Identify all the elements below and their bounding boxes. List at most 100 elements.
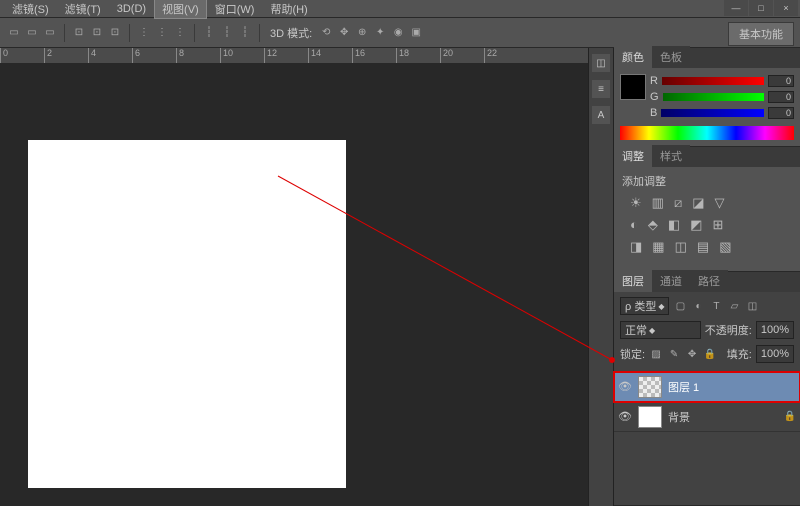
- layer-thumbnail[interactable]: [638, 376, 662, 398]
- properties-icon[interactable]: ≡: [592, 80, 610, 98]
- align-center-icon[interactable]: ▭: [24, 25, 40, 41]
- tab-paths[interactable]: 路径: [690, 270, 728, 292]
- light-icon[interactable]: ◉: [390, 25, 406, 41]
- menu-3d[interactable]: 3D(D): [109, 1, 154, 17]
- dist-v3-icon[interactable]: ┆: [237, 25, 253, 41]
- curves-icon[interactable]: ⧄: [674, 195, 682, 211]
- layer-filter-type[interactable]: ρ 类型◆: [620, 297, 669, 315]
- tab-swatches[interactable]: 色板: [652, 46, 690, 68]
- selective-color-icon[interactable]: ▧: [719, 239, 731, 255]
- posterize-icon[interactable]: ▦: [652, 239, 664, 255]
- filter-pixel-icon[interactable]: ▢: [673, 299, 687, 313]
- r-label: R: [650, 75, 658, 87]
- r-value[interactable]: 0: [768, 75, 794, 87]
- g-value[interactable]: 0: [768, 91, 794, 103]
- dist-h3-icon[interactable]: ⋮: [172, 25, 188, 41]
- visibility-icon[interactable]: 👁: [618, 410, 632, 423]
- character-icon[interactable]: A: [592, 106, 610, 124]
- dist-h1-icon[interactable]: ⋮: [136, 25, 152, 41]
- lock-trans-icon[interactable]: ▨: [649, 347, 663, 361]
- bw-icon[interactable]: ◧: [668, 217, 680, 233]
- move3d-icon[interactable]: ✦: [372, 25, 388, 41]
- dist-v1-icon[interactable]: ┆: [201, 25, 217, 41]
- layer-thumbnail[interactable]: [638, 406, 662, 428]
- balance-icon[interactable]: ⬘: [648, 217, 658, 233]
- filter-shape-icon[interactable]: ▱: [727, 299, 741, 313]
- tab-styles[interactable]: 样式: [652, 145, 690, 167]
- mode3d-label: 3D 模式:: [270, 25, 312, 41]
- canvas-area[interactable]: [0, 64, 588, 506]
- filter-type-icon[interactable]: T: [709, 299, 723, 313]
- layer-name[interactable]: 背景: [668, 409, 778, 425]
- tab-color[interactable]: 颜色: [614, 46, 652, 68]
- layer-name[interactable]: 图层 1: [668, 379, 796, 395]
- color-panel: 颜色 色板 R0 G0 B0: [614, 48, 800, 147]
- vibrance-icon[interactable]: ▽: [715, 195, 725, 211]
- filter-smart-icon[interactable]: ◫: [745, 299, 759, 313]
- menu-view[interactable]: 视图(V): [154, 0, 207, 19]
- g-slider[interactable]: [663, 93, 764, 101]
- b-slider[interactable]: [661, 109, 764, 117]
- tab-channels[interactable]: 通道: [652, 270, 690, 292]
- menu-bar: 滤镜(S) 滤镜(T) 3D(D) 视图(V) 窗口(W) 帮助(H): [0, 0, 800, 18]
- r-slider[interactable]: [662, 77, 764, 85]
- levels-icon[interactable]: ▥: [652, 195, 664, 211]
- tab-adjustments[interactable]: 调整: [614, 145, 652, 167]
- layer-row[interactable]: 👁 图层 1: [614, 372, 800, 402]
- camera-icon[interactable]: ▣: [408, 25, 424, 41]
- threshold-icon[interactable]: ◫: [675, 239, 687, 255]
- canvas[interactable]: [28, 140, 346, 488]
- window-controls: — □ ×: [723, 0, 798, 16]
- orbit-icon[interactable]: ⟲: [318, 25, 334, 41]
- fill-input[interactable]: 100%: [756, 345, 794, 363]
- history-icon[interactable]: ◫: [592, 54, 610, 72]
- panel-dock-strip: ◫ ≡ A: [588, 48, 614, 506]
- zoom3d-icon[interactable]: ⊕: [354, 25, 370, 41]
- invert-icon[interactable]: ◨: [630, 239, 642, 255]
- photo-filter-icon[interactable]: ◩: [690, 217, 702, 233]
- right-panels: 颜色 色板 R0 G0 B0 调整 样式 添加调整 ☀ ▥: [614, 48, 800, 506]
- tab-layers[interactable]: 图层: [614, 270, 652, 292]
- align-vmid-icon[interactable]: ⊡: [89, 25, 105, 41]
- pan-icon[interactable]: ✥: [336, 25, 352, 41]
- hue-icon[interactable]: ◐: [630, 217, 638, 233]
- channel-mixer-icon[interactable]: ⊞: [712, 217, 723, 233]
- exposure-icon[interactable]: ◪: [692, 195, 704, 211]
- spectrum-bar[interactable]: [620, 126, 794, 140]
- dist-v2-icon[interactable]: ┆: [219, 25, 235, 41]
- visibility-icon[interactable]: 👁: [618, 380, 632, 393]
- lock-label: 锁定:: [620, 346, 645, 362]
- align-left-icon[interactable]: ▭: [6, 25, 22, 41]
- ruler-tick: 20: [440, 48, 484, 64]
- lock-paint-icon[interactable]: ✎: [667, 347, 681, 361]
- menu-filter-s[interactable]: 滤镜(S): [4, 0, 57, 19]
- menu-filter-t[interactable]: 滤镜(T): [57, 0, 109, 19]
- align-bottom-icon[interactable]: ⊡: [107, 25, 123, 41]
- menu-window[interactable]: 窗口(W): [207, 0, 263, 19]
- opacity-label: 不透明度:: [705, 322, 752, 338]
- align-top-icon[interactable]: ⊡: [71, 25, 87, 41]
- filter-adjust-icon[interactable]: ◐: [691, 299, 705, 313]
- lock-move-icon[interactable]: ✥: [685, 347, 699, 361]
- lock-icon: 🔒: [784, 411, 796, 422]
- workspace-basic-button[interactable]: 基本功能: [728, 22, 794, 46]
- ruler-tick: 22: [484, 48, 528, 64]
- annotation-dot: [609, 357, 615, 363]
- blend-mode-select[interactable]: 正常◆: [620, 321, 701, 339]
- close-button[interactable]: ×: [774, 0, 798, 16]
- align-right-icon[interactable]: ▭: [42, 25, 58, 41]
- b-value[interactable]: 0: [768, 107, 794, 119]
- minimize-button[interactable]: —: [724, 0, 748, 16]
- dist-h2-icon[interactable]: ⋮: [154, 25, 170, 41]
- menu-help[interactable]: 帮助(H): [262, 0, 315, 19]
- gradient-map-icon[interactable]: ▤: [697, 239, 709, 255]
- lock-all-icon[interactable]: 🔒: [703, 347, 717, 361]
- ruler-tick: 12: [264, 48, 308, 64]
- opacity-input[interactable]: 100%: [756, 321, 794, 339]
- maximize-button[interactable]: □: [749, 0, 773, 16]
- layer-row[interactable]: 👁 背景 🔒: [614, 402, 800, 432]
- brightness-icon[interactable]: ☀: [630, 195, 642, 211]
- g-label: G: [650, 91, 659, 103]
- ruler-horizontal: 0 2 4 6 8 10 12 14 16 18 20 22: [0, 48, 588, 64]
- foreground-swatch[interactable]: [620, 74, 646, 100]
